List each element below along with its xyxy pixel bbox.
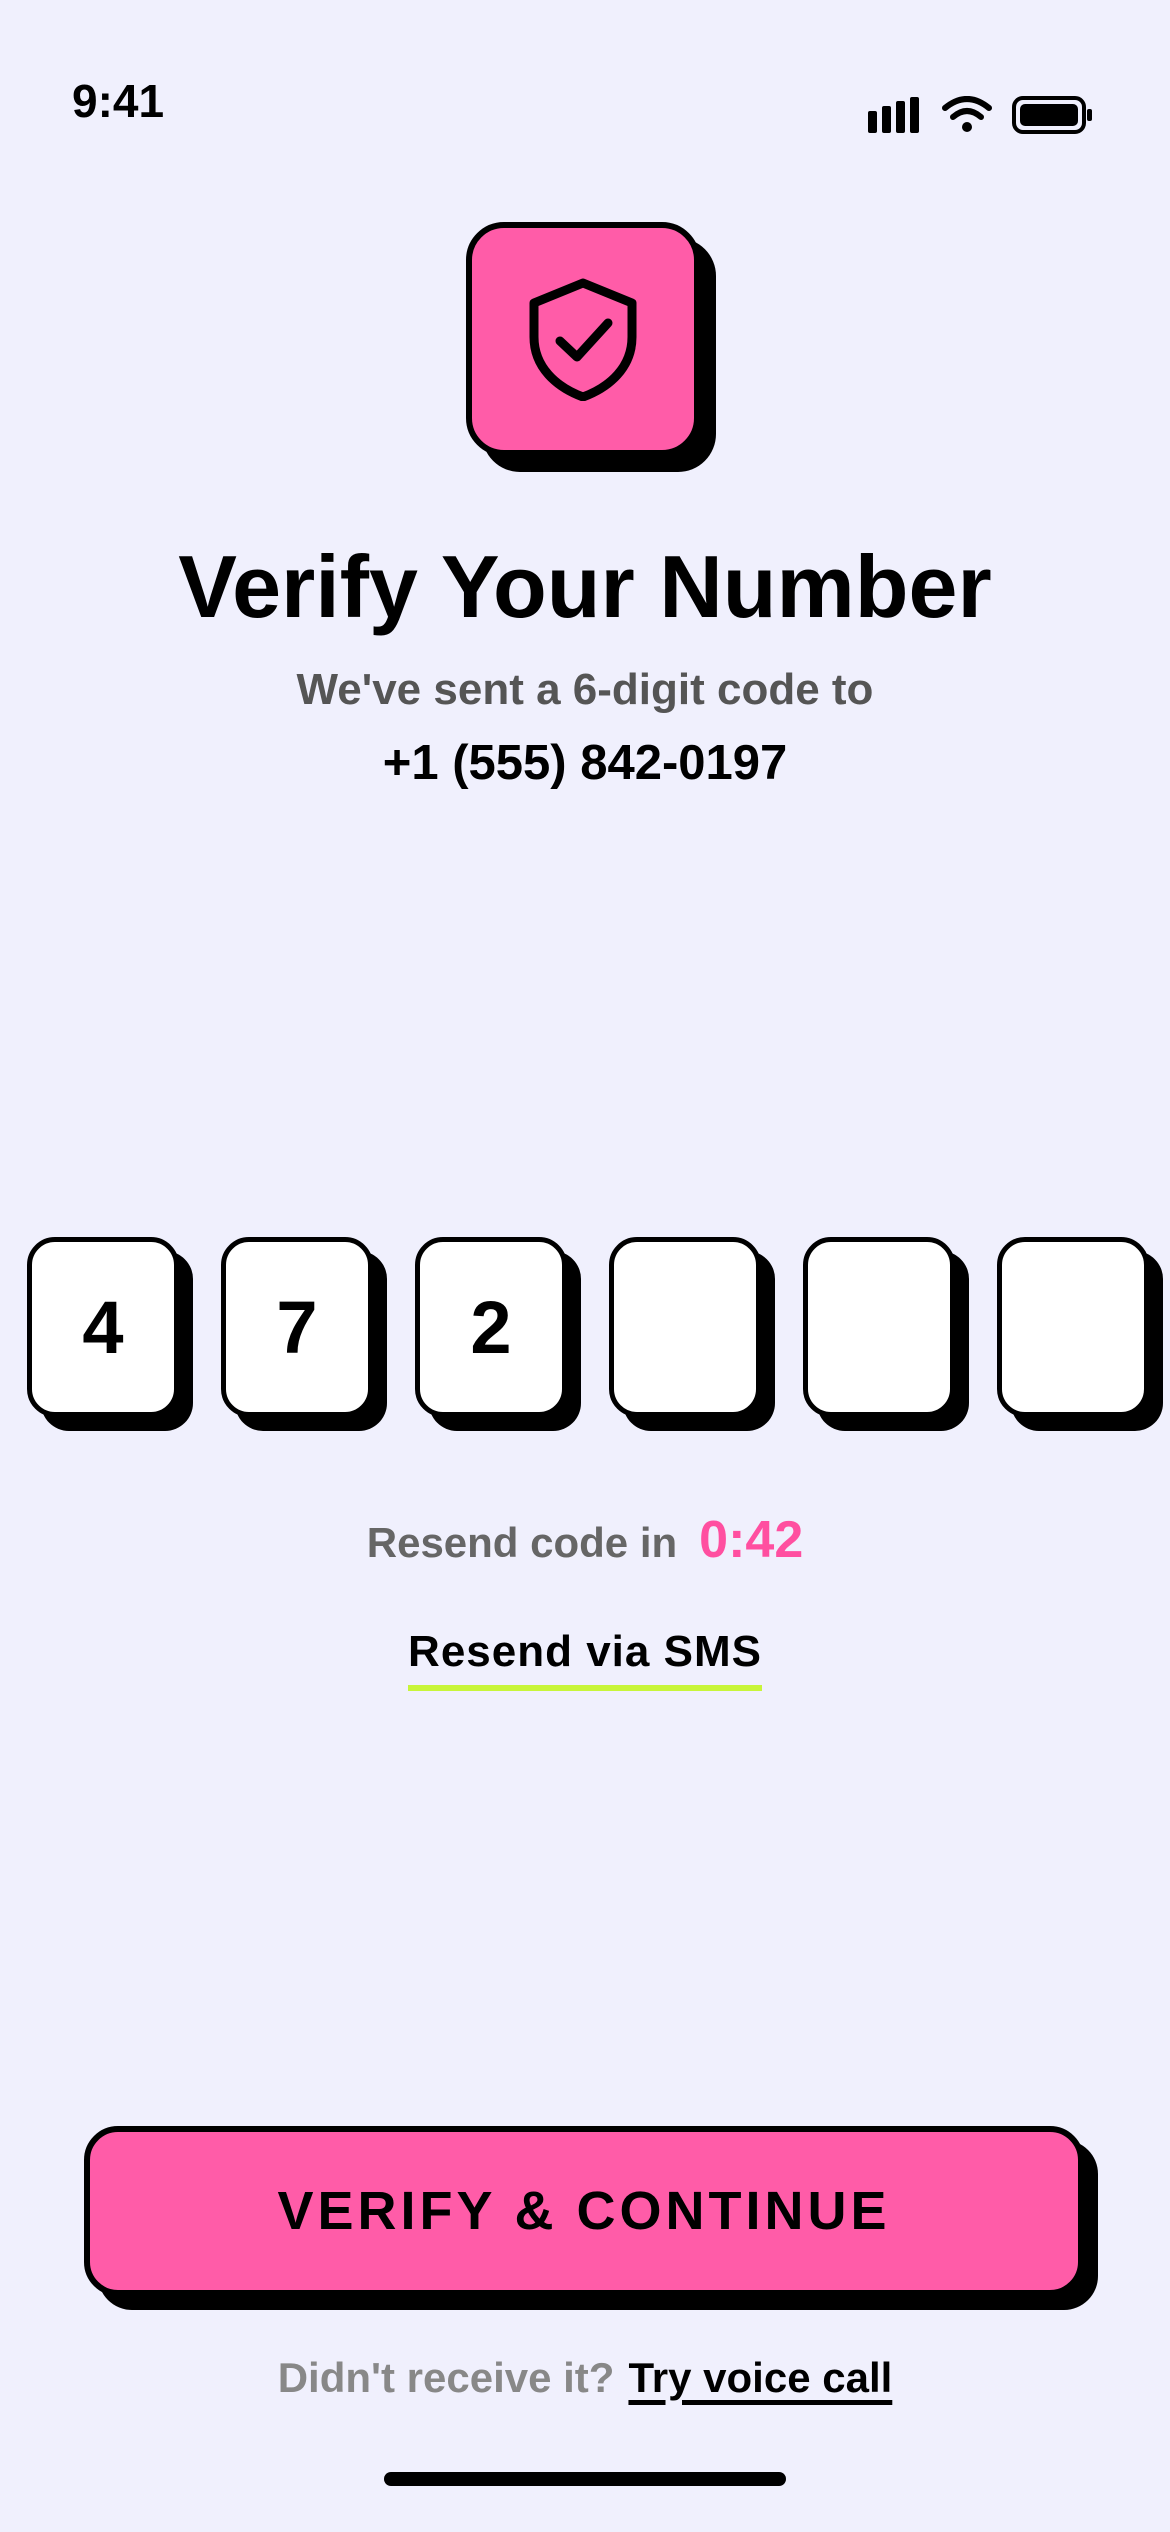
battery-icon	[1012, 96, 1092, 134]
subtitle-text: We've sent a 6-digit code to	[296, 665, 874, 714]
resend-sms-container: Resend via SMS	[0, 1627, 1170, 1691]
otp-digit-1[interactable]: 4	[27, 1237, 179, 1417]
status-time: 9:41	[72, 75, 165, 127]
cellular-signal-icon	[868, 97, 919, 133]
shield-check-icon	[529, 278, 637, 401]
resend-label: Resend code in	[366, 1519, 678, 1566]
resend-sms-link[interactable]: Resend via SMS	[408, 1627, 762, 1691]
otp-digit-3[interactable]: 2	[415, 1237, 567, 1417]
otp-digit-2[interactable]: 7	[221, 1237, 373, 1417]
otp-digit-4[interactable]	[609, 1237, 761, 1417]
otp-input-group: 4 7 2	[27, 1237, 1149, 1417]
status-icons	[868, 96, 1094, 134]
resend-timer: 0:42	[699, 1511, 804, 1569]
footer-help: Didn't receive it? Try voice call	[0, 2354, 1170, 2402]
otp-digit-6[interactable]	[997, 1237, 1149, 1417]
try-voice-call-link[interactable]: Try voice call	[628, 2354, 892, 2402]
verify-continue-button[interactable]: VERIFY & CONTINUE	[84, 2126, 1084, 2296]
phone-number: +1 (555) 842-0197	[382, 736, 788, 790]
footer-label: Didn't receive it?	[277, 2354, 615, 2401]
home-indicator[interactable]	[384, 2472, 786, 2486]
otp-digit-5[interactable]	[803, 1237, 955, 1417]
hero-badge	[466, 222, 700, 456]
wifi-icon	[942, 96, 992, 132]
page-title: Verify Your Number	[178, 537, 992, 636]
resend-countdown: Resend code in 0:42	[0, 1510, 1170, 1570]
